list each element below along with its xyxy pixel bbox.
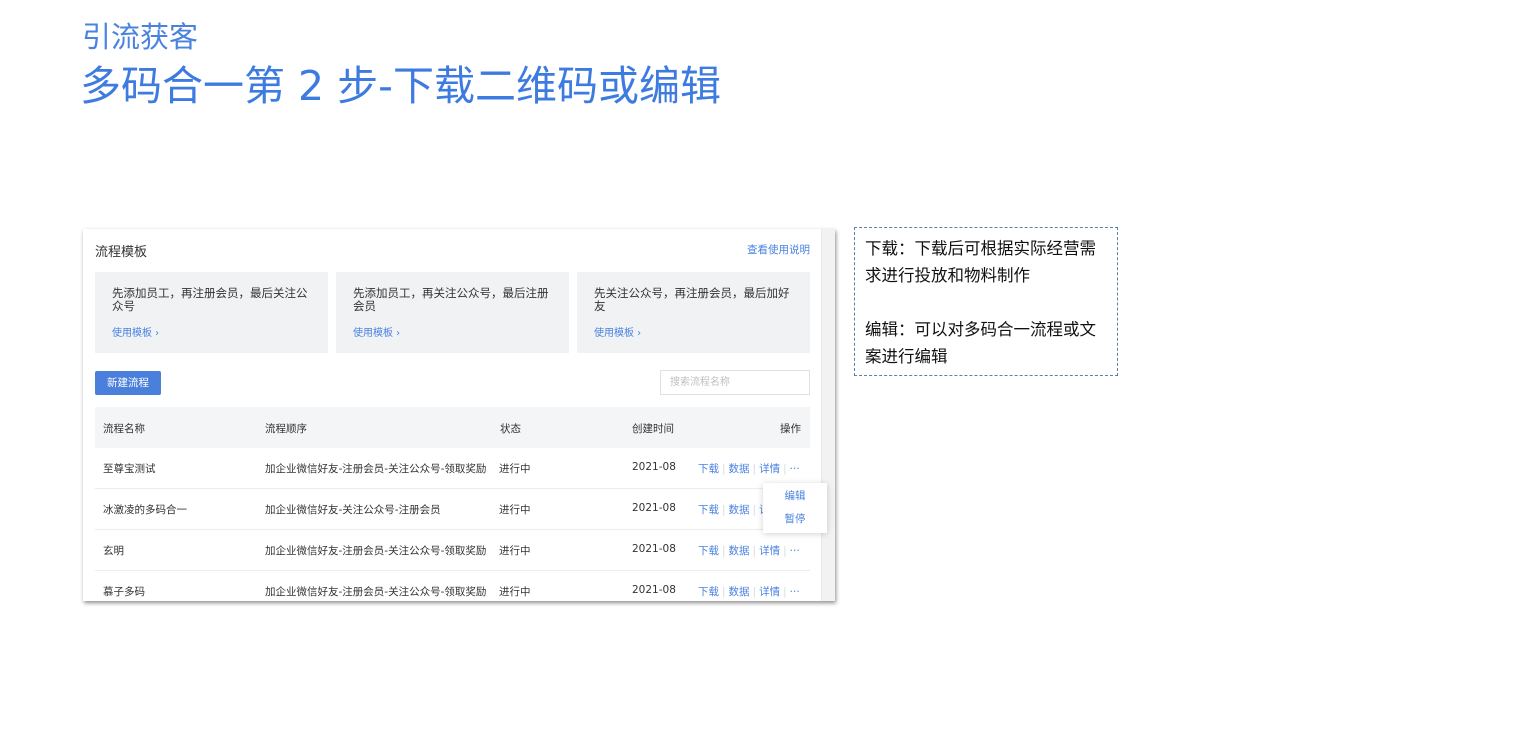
column-header-name: 流程名称 [103, 423, 145, 435]
slide-title: 多码合一第 2 步-下载二维码或编辑 [80, 62, 721, 110]
download-link[interactable]: 下载 [698, 504, 719, 516]
pause-menu-item[interactable]: 暂停 [763, 508, 827, 531]
process-status: 进行中 [499, 586, 531, 598]
table-row: 慕子多码 加企业微信好友-注册会员-关注公众号-领取奖励 进行中 2021-08… [95, 571, 810, 601]
new-process-button[interactable]: 新建流程 [95, 371, 161, 395]
template-card[interactable]: 先添加员工，再注册会员，最后关注公众号 使用模板 › [95, 272, 328, 353]
detail-link[interactable]: 详情 [759, 463, 780, 475]
more-icon[interactable]: ··· [790, 586, 800, 598]
download-link[interactable]: 下载 [698, 586, 719, 598]
row-actions: 下载 | 数据 | 详情 | ··· [698, 463, 800, 475]
process-template-panel: 流程模板 查看使用说明 先添加员工，再注册会员，最后关注公众号 使用模板 › 先… [83, 229, 835, 601]
panel-title: 流程模板 [95, 245, 148, 260]
process-created: 2021-08-0 [632, 502, 676, 514]
table-header: 流程名称 流程顺序 状态 创建时间 操作 [95, 407, 810, 448]
process-created: 2021-08-1 [632, 461, 676, 473]
note-download: 下载：下载后可根据实际经营需求进行投放和物料制作 [865, 239, 1096, 285]
data-link[interactable]: 数据 [729, 463, 750, 475]
scrollbar[interactable] [821, 229, 835, 601]
process-order: 加企业微信好友-注册会员-关注公众号-领取奖励 [265, 545, 487, 557]
download-link[interactable]: 下载 [698, 463, 719, 475]
note-edit: 编辑：可以对多码合一流程或文案进行编辑 [865, 320, 1096, 366]
row-actions: 下载 | 数据 | 详情 | ··· [698, 586, 800, 598]
help-link[interactable]: 查看使用说明 [747, 242, 810, 257]
process-name: 至尊宝测试 [103, 463, 156, 475]
detail-link[interactable]: 详情 [759, 586, 780, 598]
table-row: 玄明 加企业微信好友-注册会员-关注公众号-领取奖励 进行中 2021-08-0… [95, 530, 810, 571]
data-link[interactable]: 数据 [729, 586, 750, 598]
row-actions: 下载 | 数据 | 详情 | ··· [698, 545, 800, 557]
use-template-link[interactable]: 使用模板 › [594, 324, 641, 339]
template-desc: 先关注公众号，再注册会员，最后加好友 [594, 286, 790, 313]
more-actions-dropdown: 编辑 暂停 [763, 483, 827, 533]
process-order: 加企业微信好友-注册会员-关注公众号-领取奖励 [265, 463, 487, 475]
use-template-link[interactable]: 使用模板 › [353, 324, 400, 339]
process-order: 加企业微信好友-注册会员-关注公众号-领取奖励 [265, 586, 487, 598]
template-card[interactable]: 先添加员工，再关注公众号，最后注册会员 使用模板 › [336, 272, 569, 353]
download-link[interactable]: 下载 [698, 545, 719, 557]
slide-subtitle: 引流获客 [82, 20, 199, 54]
column-header-order: 流程顺序 [265, 423, 307, 435]
more-icon[interactable]: ··· [790, 545, 800, 557]
template-card[interactable]: 先关注公众号，再注册会员，最后加好友 使用模板 › [577, 272, 810, 353]
process-name: 玄明 [103, 545, 124, 557]
process-status: 进行中 [499, 504, 531, 516]
more-icon[interactable]: ··· [790, 463, 800, 475]
data-link[interactable]: 数据 [729, 504, 750, 516]
process-order: 加企业微信好友-关注公众号-注册会员 [265, 504, 441, 516]
data-link[interactable]: 数据 [729, 545, 750, 557]
column-header-status: 状态 [500, 423, 521, 435]
use-template-link[interactable]: 使用模板 › [112, 324, 159, 339]
process-created: 2021-08-0 [632, 584, 676, 596]
edit-menu-item[interactable]: 编辑 [763, 485, 827, 508]
detail-link[interactable]: 详情 [759, 545, 780, 557]
table-row: 至尊宝测试 加企业微信好友-注册会员-关注公众号-领取奖励 进行中 2021-0… [95, 448, 810, 489]
process-created: 2021-08-0 [632, 543, 676, 555]
process-name: 冰激凌的多码合一 [103, 504, 187, 516]
search-input[interactable]: 搜索流程名称 [660, 370, 810, 395]
process-name: 慕子多码 [103, 586, 145, 598]
template-desc: 先添加员工，再关注公众号，最后注册会员 [353, 286, 549, 313]
column-header-actions: 操作 [780, 423, 801, 435]
process-status: 进行中 [499, 545, 531, 557]
process-status: 进行中 [499, 463, 531, 475]
table-row: 冰激凌的多码合一 加企业微信好友-关注公众号-注册会员 进行中 2021-08-… [95, 489, 810, 530]
template-desc: 先添加员工，再注册会员，最后关注公众号 [112, 286, 308, 313]
annotation-note: 下载：下载后可根据实际经营需求进行投放和物料制作 编辑：可以对多码合一流程或文案… [854, 227, 1118, 376]
column-header-created: 创建时间 [632, 423, 674, 435]
